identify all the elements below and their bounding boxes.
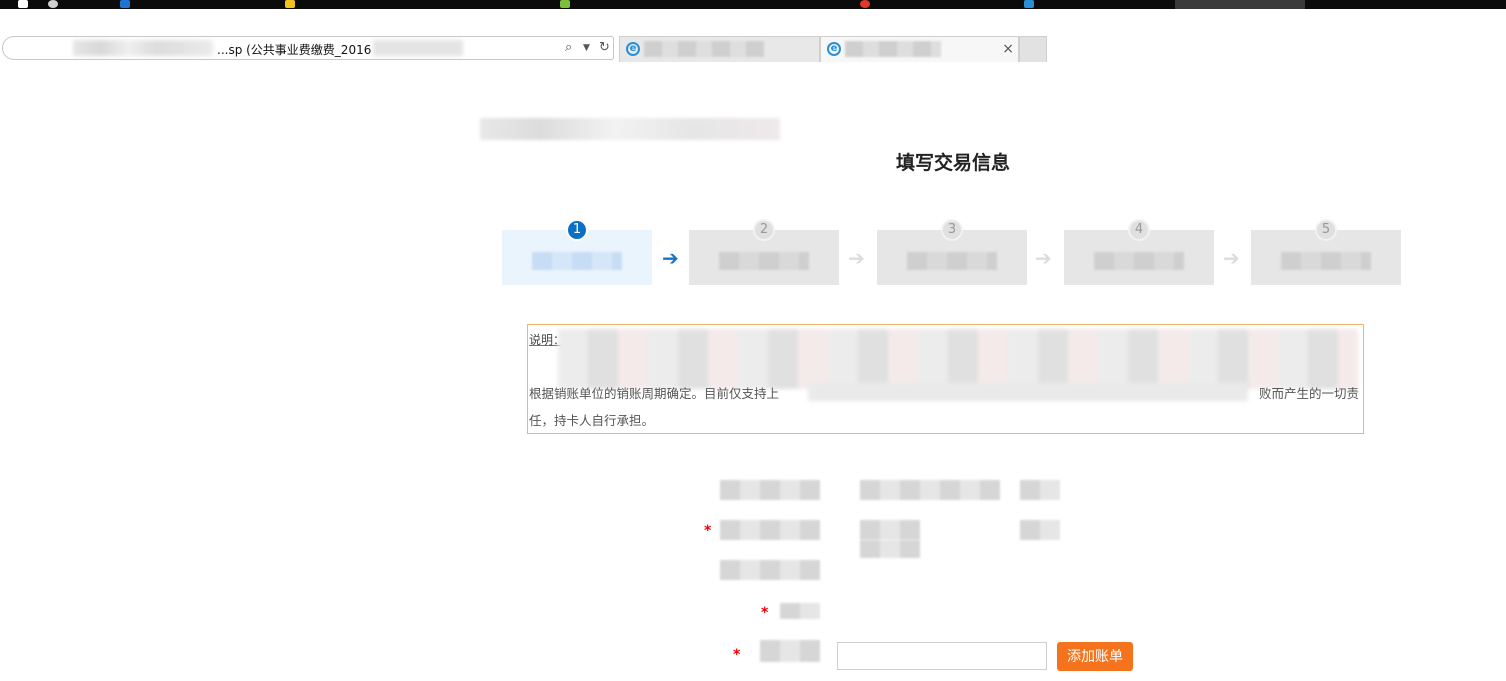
add-bill-button[interactable]: 添加账单 — [1057, 642, 1133, 671]
step-label-redacted — [1094, 252, 1184, 270]
step-5: 5 — [1251, 219, 1401, 285]
form-label-redacted — [720, 520, 820, 540]
arrow-right-icon: ➔ — [848, 246, 865, 270]
form-value-redacted — [860, 480, 1000, 500]
ie-icon: e — [626, 42, 640, 56]
tab-title-redacted — [845, 41, 941, 57]
step-number: 5 — [1315, 219, 1337, 241]
step-label-redacted — [1281, 252, 1371, 270]
address-redacted — [73, 40, 213, 56]
notice-text: 任，持卡人自行承担。 — [529, 413, 655, 428]
form-value-redacted — [1020, 520, 1060, 540]
step-number: 1 — [566, 219, 588, 241]
page-title: 填写交易信息 — [895, 152, 1010, 174]
step-label-redacted — [532, 252, 622, 270]
form-value-redacted — [1020, 480, 1060, 500]
arrow-right-icon: ➔ — [1223, 246, 1240, 270]
breadcrumb — [480, 118, 780, 140]
app-icon[interactable] — [560, 0, 570, 8]
os-taskbar — [0, 0, 1506, 9]
form-label-redacted — [780, 603, 820, 619]
form-label-redacted — [760, 640, 820, 662]
app-icon[interactable] — [1024, 0, 1034, 8]
step-2: 2 — [689, 219, 839, 285]
form-value-redacted — [860, 540, 920, 558]
notice-redacted — [558, 329, 1358, 389]
notice-box: 说明： 根据销账单位的销账周期确定。目前仅支持上 败而产生的一切责 任，持卡人自… — [527, 324, 1364, 434]
arrow-right-icon: ➔ — [1035, 246, 1052, 270]
close-icon[interactable]: × — [1002, 41, 1014, 57]
address-bar[interactable]: ...sp (公共事业费缴费_2016 ⌕ ▼ ↻ — [2, 36, 614, 60]
step-label-redacted — [907, 252, 997, 270]
tab-title-redacted — [644, 41, 764, 57]
form-value-redacted — [860, 520, 920, 540]
taskbar-active-item[interactable] — [1175, 0, 1305, 9]
step-number: 2 — [753, 219, 775, 241]
required-mark: * — [704, 523, 712, 539]
notice-redacted — [808, 383, 1248, 401]
browser-tab[interactable]: e — [619, 36, 820, 62]
windows-icon[interactable] — [18, 0, 28, 8]
step-4: 4 — [1064, 219, 1214, 285]
app-icon[interactable] — [860, 0, 870, 8]
step-label-redacted — [719, 252, 809, 270]
step-number: 4 — [1128, 219, 1150, 241]
bill-input[interactable] — [837, 642, 1047, 670]
required-mark: * — [761, 605, 769, 621]
form-label-redacted — [720, 560, 820, 580]
address-text: ...sp (公共事业费缴费_2016 — [217, 43, 372, 57]
notice-text: 败而产生的一切责 — [1258, 386, 1359, 401]
address-redacted — [373, 40, 463, 56]
browser-tab-active[interactable]: e × — [820, 36, 1019, 62]
required-mark: * — [733, 647, 741, 663]
app-icon[interactable] — [120, 0, 130, 8]
arrow-right-icon: ➔ — [662, 246, 679, 270]
refresh-icon[interactable]: ↻ — [599, 40, 610, 55]
step-3: 3 — [877, 219, 1027, 285]
step-1: 1 — [502, 219, 652, 285]
search-icon[interactable]: ⌕ — [565, 40, 572, 55]
ie-icon: e — [827, 42, 841, 56]
form-label-redacted — [720, 480, 820, 500]
app-icon[interactable] — [48, 0, 58, 8]
step-number: 3 — [941, 219, 963, 241]
folder-icon[interactable] — [285, 0, 295, 8]
notice-text: 根据销账单位的销账周期确定。目前仅支持上 — [529, 386, 780, 401]
new-tab-button[interactable] — [1019, 36, 1047, 62]
chevron-down-icon[interactable]: ▼ — [583, 43, 590, 53]
